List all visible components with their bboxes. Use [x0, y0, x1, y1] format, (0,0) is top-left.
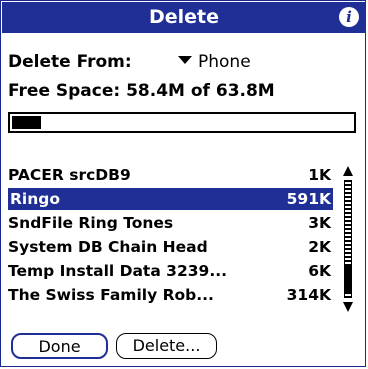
list-item-name: Temp Install Data 3239... [8, 262, 227, 280]
scroll-down-arrow-icon[interactable] [343, 302, 353, 312]
free-space-meter-fill [12, 116, 41, 129]
delete-from-label: Delete From: [8, 52, 132, 72]
list-item[interactable]: The Swiss Family Rob... 314K [8, 284, 333, 306]
list-item-size: 591K [286, 190, 331, 208]
delete-button[interactable]: Delete... [116, 333, 217, 359]
list-item-size: 1K [308, 166, 331, 184]
list-item-size: 6K [308, 262, 331, 280]
list-item-name: Ringo [10, 190, 61, 208]
title-bar: Delete i [2, 2, 366, 33]
list-item-name: PACER srcDB9 [8, 166, 131, 184]
scroll-up-arrow-icon[interactable] [343, 166, 353, 176]
delete-from-dropdown[interactable]: Phone [178, 52, 251, 72]
list-item[interactable]: System DB Chain Head 2K [8, 236, 333, 258]
list-item[interactable]: SndFile Ring Tones 3K [8, 212, 333, 234]
file-list: PACER srcDB9 1K Ringo 591K SndFile Ring Tone… [8, 164, 333, 308]
page-title: Delete [148, 6, 220, 28]
list-item-size: 2K [308, 238, 331, 256]
dropdown-arrow-icon [178, 56, 192, 64]
delete-from-value: Phone [198, 52, 251, 72]
scrollbar[interactable] [341, 166, 355, 312]
list-item-name: System DB Chain Head [8, 238, 208, 256]
list-item[interactable]: PACER srcDB9 1K [8, 164, 333, 186]
list-item-size: 314K [286, 286, 331, 304]
free-space-label: Free Space: 58.4M of 63.8M [8, 81, 275, 101]
list-item-size: 3K [308, 214, 331, 232]
list-item-name: The Swiss Family Rob... [8, 286, 214, 304]
list-item-name: SndFile Ring Tones [8, 214, 174, 232]
info-icon[interactable]: i [339, 7, 359, 27]
list-item[interactable]: Temp Install Data 3239... 6K [8, 260, 333, 282]
free-space-meter [8, 112, 356, 133]
done-button[interactable]: Done [11, 333, 108, 359]
scroll-thumb[interactable] [344, 264, 352, 294]
list-item[interactable]: Ringo 591K [8, 188, 333, 210]
